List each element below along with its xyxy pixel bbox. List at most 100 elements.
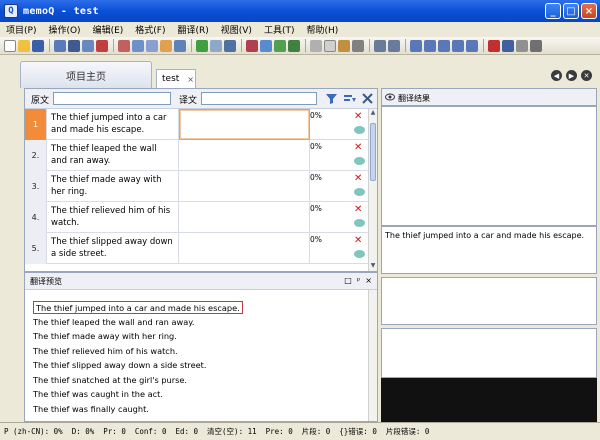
grid-scrollbar[interactable]: ▲ ▼ [368,109,377,271]
menu-format[interactable]: 格式(F) [135,23,165,36]
comment-bubble-icon[interactable] [354,219,365,227]
menu-edit[interactable]: 编辑(E) [93,23,124,36]
copy-icon[interactable] [324,39,336,52]
new-file-icon[interactable] [4,39,16,52]
image-icon[interactable] [160,39,172,52]
preview-line[interactable]: The thief relieved him of his watch. [32,345,362,360]
statistics-icon[interactable] [82,39,94,52]
segment-row[interactable]: 5. The thief slipped away down a side st… [25,233,369,264]
target-filter-input[interactable] [201,92,317,105]
clear-filter-icon[interactable] [361,92,374,105]
bug-icon[interactable] [488,39,500,52]
segment-target-input[interactable] [179,109,310,140]
layout-3-icon[interactable] [438,39,450,52]
lookup-icon[interactable] [224,39,236,52]
menu-operations[interactable]: 操作(O) [48,23,80,36]
maximize-button[interactable]: □ [563,3,579,19]
segment-row[interactable]: 1 The thief jumped into a car and made h… [25,109,369,140]
delete-x-icon[interactable]: ✕ [354,111,362,122]
preview-line-highlighted[interactable]: The thief jumped into a car and made his… [33,301,243,314]
segment-source[interactable]: The thief made away with her ring. [47,171,179,202]
menu-translate[interactable]: 翻译(R) [177,23,208,36]
segment-source[interactable]: The thief slipped away down a side stree… [47,233,179,264]
tab-next-icon[interactable]: ▶ [566,70,577,81]
find-icon[interactable] [210,39,222,52]
delete-x-icon[interactable]: ✕ [354,173,362,184]
target-compare-box[interactable] [381,277,597,325]
eye-icon[interactable] [385,92,395,102]
more-icon[interactable] [530,39,542,52]
comment-bubble-icon[interactable] [354,126,365,134]
paste-icon[interactable] [338,39,350,52]
segment-row[interactable]: 2. The thief leaped the wall and ran awa… [25,140,369,171]
confirm-icon[interactable] [274,39,286,52]
options-icon[interactable] [516,39,528,52]
segment-source[interactable]: The thief leaped the wall and ran away. [47,140,179,171]
grid-scroll-thumb[interactable] [370,123,376,181]
segment-target-input[interactable] [179,140,310,171]
comment-bubble-icon[interactable] [354,250,365,258]
analysis-icon[interactable] [132,39,144,52]
preview-line[interactable]: The thief slipped away down a side stree… [32,359,362,374]
save-icon[interactable] [32,39,44,52]
memoq-app-icon[interactable]: Q [4,4,18,18]
segment-target-input[interactable] [179,233,310,264]
open-folder-icon[interactable] [18,39,30,52]
preview-line[interactable]: The thief snatched at the girl's purse. [32,374,362,389]
layout-1-icon[interactable] [410,39,422,52]
preview-float-icon[interactable]: □ [344,276,352,285]
delete-x-icon[interactable]: ✕ [354,142,362,153]
scroll-up-icon[interactable]: ▲ [369,109,377,118]
layout-4-icon[interactable] [452,39,464,52]
sort-filter-icon[interactable] [343,92,356,105]
menu-project[interactable]: 项目(P) [6,23,36,36]
comment-bubble-icon[interactable] [354,188,365,196]
layout-2-icon[interactable] [424,39,436,52]
chart-icon[interactable] [118,39,130,52]
menu-view[interactable]: 视图(V) [221,23,252,36]
export-icon[interactable] [174,39,186,52]
tab-test-document[interactable]: test × [156,69,196,88]
tab-close-icon[interactable]: × [187,75,194,84]
edit-doc-icon[interactable] [146,39,158,52]
menu-help[interactable]: 帮助(H) [306,23,338,36]
preview-close-icon[interactable]: × [365,276,372,285]
funnel-filter-icon[interactable] [325,92,338,105]
filter-icon[interactable] [502,39,514,52]
preview-line[interactable]: The thief was finally caught. [32,403,362,418]
tab-prev-icon[interactable]: ◀ [551,70,562,81]
import-icon[interactable] [54,39,66,52]
delete-icon[interactable] [352,39,364,52]
delete-x-icon[interactable]: ✕ [354,204,362,215]
segment-row[interactable]: 3. The thief made away with her ring. 0%… [25,171,369,202]
comment-bubble-icon[interactable] [354,157,365,165]
segment-source[interactable]: The thief jumped into a car and made his… [47,109,179,140]
tab-close-all-icon[interactable]: ✕ [581,70,592,81]
preview-line[interactable]: The thief made away with her ring. [32,330,362,345]
segment-target-input[interactable] [179,202,310,233]
close-window-button[interactable]: × [581,3,597,19]
layout-5-icon[interactable] [466,39,478,52]
preview-line[interactable]: The thief jumped into a car and made his… [32,301,362,316]
tab-project-home[interactable]: 项目主页 [20,61,152,88]
segment-source[interactable]: The thief relieved him of his watch. [47,202,179,233]
sort-icon[interactable] [68,39,80,52]
undo-icon[interactable] [374,39,386,52]
pretranslate-icon[interactable] [196,39,208,52]
preview-pin-icon[interactable]: ᵖ [357,276,360,285]
segment-row[interactable]: 4. The thief relieved him of his watch. … [25,202,369,233]
menu-tools[interactable]: 工具(T) [264,23,295,36]
next-segment-icon[interactable] [288,39,300,52]
segment-target-input[interactable] [179,171,310,202]
scroll-down-icon[interactable]: ▼ [369,262,377,271]
preview-line[interactable]: The thief was caught in the act. [32,388,362,403]
source-filter-input[interactable] [53,92,171,105]
preview-scrollbar[interactable] [368,290,377,421]
tm-icon[interactable] [246,39,258,52]
results-list-box[interactable] [381,106,597,226]
minimize-button[interactable]: _ [545,3,561,19]
termbase-icon[interactable] [260,39,272,52]
users-icon[interactable] [96,39,108,52]
cut-icon[interactable] [310,39,322,52]
redo-icon[interactable] [388,39,400,52]
